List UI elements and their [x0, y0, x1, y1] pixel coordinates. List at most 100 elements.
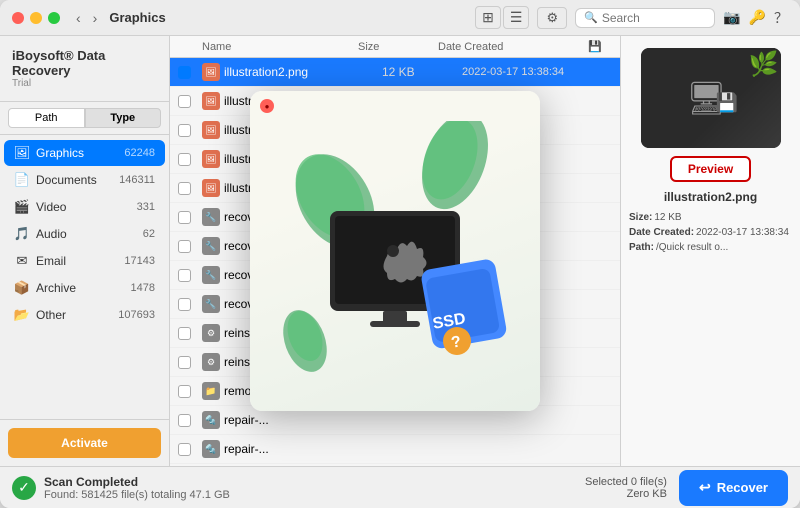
- toolbar-right: ⊞ ☰ ⚙ 🔍 📷 🔑 ？: [475, 6, 788, 29]
- window-title: Graphics: [109, 10, 475, 25]
- sidebar-label-video: Video: [36, 200, 137, 214]
- sidebar-footer: Activate: [0, 419, 169, 466]
- sidebar-item-documents[interactable]: 📄 Documents 146311: [4, 167, 165, 193]
- preview-large[interactable]: ●: [250, 91, 540, 411]
- email-icon: ✉: [14, 253, 30, 269]
- file-type-icon: ⚙: [202, 353, 220, 371]
- table-row[interactable]: 🖼 illustration2.png 12 KB 2022-03-17 13:…: [170, 58, 620, 87]
- row-checkbox[interactable]: [178, 385, 191, 398]
- date-value: 2022-03-17 13:38:34: [696, 227, 789, 238]
- search-input[interactable]: [602, 11, 706, 25]
- info-icon[interactable]: 🔑: [749, 8, 766, 28]
- recover-button[interactable]: ↩ Recover: [679, 470, 788, 506]
- list-view-button[interactable]: ☰: [503, 6, 530, 29]
- activate-button[interactable]: Activate: [8, 428, 161, 458]
- right-panel: 🌿 🖥 💾 Preview illustration2.png Size: 12…: [620, 36, 800, 466]
- detail-path-row: Path: /Quick result o...: [629, 242, 792, 253]
- sidebar-label-audio: Audio: [36, 227, 143, 241]
- forward-button[interactable]: ›: [89, 8, 102, 28]
- file-name: illustration2.png: [224, 65, 382, 79]
- recover-icon: ↩: [699, 479, 711, 496]
- sidebar-item-graphics[interactable]: 🖼 Graphics 62248: [4, 140, 165, 166]
- preview-close-button[interactable]: ●: [260, 99, 274, 113]
- file-type-icon: 🔧: [202, 295, 220, 313]
- sidebar-item-archive[interactable]: 📦 Archive 1478: [4, 275, 165, 301]
- row-checkbox[interactable]: [178, 153, 191, 166]
- file-type-icon: 🖼: [202, 63, 220, 81]
- sidebar-count-graphics: 62248: [124, 147, 155, 159]
- row-checkbox[interactable]: [178, 66, 191, 79]
- preview-thumbnail: 🌿 🖥 💾: [641, 48, 781, 148]
- sidebar-item-email[interactable]: ✉ Email 17143: [4, 248, 165, 274]
- file-size: 12 KB: [382, 65, 462, 79]
- minimize-button[interactable]: [30, 12, 42, 24]
- sidebar-label-email: Email: [36, 254, 124, 268]
- row-checkbox[interactable]: [178, 443, 191, 456]
- file-name: repair-...: [224, 413, 382, 427]
- row-checkbox[interactable]: [178, 327, 191, 340]
- search-box: 🔍: [575, 8, 715, 28]
- scan-status-text: Scan Completed Found: 581425 file(s) tot…: [44, 475, 230, 501]
- selected-info: Selected 0 file(s) Zero KB: [585, 476, 667, 500]
- detail-size-row: Size: 12 KB: [629, 212, 792, 223]
- row-checkbox[interactable]: [178, 182, 191, 195]
- sidebar-label-graphics: Graphics: [36, 146, 124, 160]
- sidebar-label-archive: Archive: [36, 281, 131, 295]
- back-button[interactable]: ‹: [72, 8, 85, 28]
- selected-count: Selected 0 file(s): [585, 476, 667, 488]
- header-size: Size: [358, 41, 438, 53]
- scan-completed-label: Scan Completed: [44, 475, 230, 489]
- app-name: iBoysoft® Data Recovery: [12, 48, 157, 78]
- path-value: /Quick result o...: [656, 242, 728, 253]
- row-checkbox[interactable]: [178, 124, 191, 137]
- mac-illustration: SSD ?: [275, 121, 515, 381]
- file-type-icon: 🔧: [202, 208, 220, 226]
- file-type-icon: 🔩: [202, 440, 220, 458]
- toolbar-icons: 📷 🔑 ？: [723, 8, 788, 28]
- sidebar-item-other[interactable]: 📂 Other 107693: [4, 302, 165, 328]
- tab-type[interactable]: Type: [85, 108, 162, 128]
- grid-view-button[interactable]: ⊞: [475, 6, 501, 29]
- main-content: iBoysoft® Data Recovery Trial Path Type …: [0, 36, 800, 466]
- sidebar-count-video: 331: [137, 201, 155, 213]
- archive-icon: 📦: [14, 280, 30, 296]
- sidebar-count-documents: 146311: [119, 174, 155, 186]
- header-save: 💾: [588, 40, 612, 53]
- size-label: Size:: [629, 212, 652, 223]
- row-checkbox[interactable]: [178, 211, 191, 224]
- traffic-lights: [12, 12, 60, 24]
- sidebar-count-audio: 62: [143, 228, 155, 240]
- file-list-header: Name Size Date Created 💾: [170, 36, 620, 58]
- file-type-icon: 🖼: [202, 121, 220, 139]
- row-checkbox[interactable]: [178, 95, 191, 108]
- maximize-button[interactable]: [48, 12, 60, 24]
- row-checkbox[interactable]: [178, 298, 191, 311]
- row-checkbox[interactable]: [178, 269, 191, 282]
- file-area: Name Size Date Created 💾 🖼 illustration2…: [170, 36, 620, 466]
- row-checkbox[interactable]: [178, 240, 191, 253]
- sidebar-item-video[interactable]: 🎬 Video 331: [4, 194, 165, 220]
- tab-path[interactable]: Path: [8, 108, 85, 128]
- graphics-icon: 🖼: [14, 145, 30, 161]
- main-window: ‹ › Graphics ⊞ ☰ ⚙ 🔍 📷 🔑 ？ iBoys: [0, 0, 800, 508]
- sidebar-item-audio[interactable]: 🎵 Audio 62: [4, 221, 165, 247]
- file-type-icon: 🔩: [202, 411, 220, 429]
- table-row[interactable]: 🔩 repair-...: [170, 435, 620, 464]
- help-icon[interactable]: ？: [774, 8, 788, 28]
- filter-button[interactable]: ⚙: [537, 7, 567, 29]
- row-checkbox[interactable]: [178, 356, 191, 369]
- file-type-icon: 📁: [202, 382, 220, 400]
- detail-file-name: illustration2.png: [664, 190, 757, 204]
- scan-status-icon: ✓: [12, 476, 36, 500]
- close-button[interactable]: [12, 12, 24, 24]
- camera-icon[interactable]: 📷: [723, 8, 740, 28]
- file-type-icon: ⚙: [202, 324, 220, 342]
- documents-icon: 📄: [14, 172, 30, 188]
- preview-button[interactable]: Preview: [670, 156, 751, 182]
- sidebar-items: 🖼 Graphics 62248 📄 Documents 146311 🎬 Vi…: [0, 135, 169, 419]
- leaf-decoration: 🌿: [749, 50, 779, 79]
- other-icon: 📂: [14, 307, 30, 323]
- recover-label: Recover: [717, 480, 768, 495]
- nav-buttons: ‹ ›: [72, 8, 101, 28]
- row-checkbox[interactable]: [178, 414, 191, 427]
